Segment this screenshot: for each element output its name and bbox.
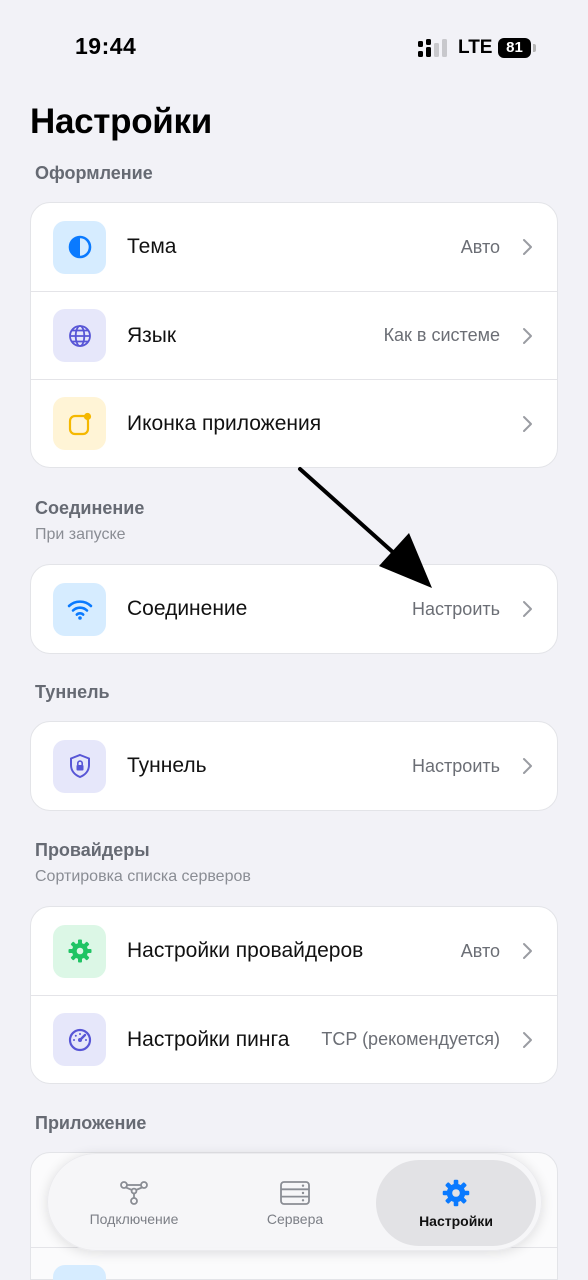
network-type: LTE	[458, 37, 493, 58]
row-label: Иконка приложения	[127, 411, 322, 435]
providers-card: Настройки провайдеров Авто Настройки пин…	[30, 906, 558, 1084]
settings-row-ping[interactable]: Настройки пинга TCP (рекомендуется)	[31, 995, 557, 1083]
app-icon-icon	[53, 397, 106, 450]
row-value: Авто	[460, 940, 500, 961]
tab-servers[interactable]: Сервера	[221, 1154, 369, 1252]
row-value: Настроить	[412, 598, 500, 619]
chevron-right-icon	[523, 943, 532, 959]
servers-icon	[280, 1180, 310, 1205]
settings-row-connection[interactable]: Соединение Настроить	[31, 565, 557, 653]
settings-row-tunnel[interactable]: Туннель Настроить	[31, 722, 557, 810]
chevron-right-icon	[523, 415, 532, 432]
row-value: Настроить	[412, 755, 500, 776]
connection-nodes-icon	[120, 1180, 148, 1205]
row-label: Настройки пинга	[127, 1027, 290, 1051]
section-header-providers: Провайдеры	[35, 840, 150, 860]
row-label: Туннель	[127, 754, 207, 777]
row-label: Соединение	[127, 597, 248, 620]
section-subtitle-providers: Сортировка списка серверов	[35, 868, 251, 885]
page-title: Настройки	[30, 102, 212, 141]
speedometer-icon	[53, 1013, 106, 1066]
tab-label: Настройки	[419, 1212, 493, 1229]
row-value: Авто	[460, 236, 500, 257]
chevron-right-icon	[523, 239, 532, 255]
row-value: TCP (рекомендуется)	[321, 1029, 500, 1049]
section-header-tunnel: Туннель	[35, 682, 110, 702]
chevron-right-icon	[523, 327, 532, 344]
tunnel-card: Туннель Настроить	[30, 721, 558, 811]
gear-icon	[53, 924, 106, 978]
globe-icon	[53, 309, 106, 362]
wifi-icon	[53, 582, 106, 636]
tab-label: Сервера	[266, 1210, 324, 1227]
battery-tip	[533, 44, 536, 52]
row-value: Как в системе	[383, 325, 500, 345]
settings-row-providers[interactable]: Настройки провайдеров Авто	[31, 907, 557, 995]
chevron-right-icon	[523, 601, 532, 617]
connection-card: Соединение Настроить	[30, 564, 558, 654]
section-subtitle-connection: При запуске	[35, 526, 126, 543]
gear-icon	[442, 1179, 470, 1206]
row-label: Тема	[127, 235, 177, 258]
chevron-right-icon	[523, 758, 532, 774]
tab-connection[interactable]: Подключение	[60, 1154, 208, 1252]
section-header-connection: Соединение	[35, 498, 145, 518]
signal-icon	[418, 39, 447, 57]
tab-label: Подключение	[89, 1210, 179, 1227]
status-time: 19:44	[75, 33, 137, 59]
chevron-right-icon	[523, 1031, 532, 1048]
section-header-app: Приложение	[35, 1113, 147, 1133]
settings-row-language[interactable]: Язык Как в системе	[31, 291, 557, 379]
status-bar: 19:44 LTE 81	[0, 0, 588, 96]
battery-icon: 81	[498, 38, 531, 58]
tab-bar: Подключение Сервера Настройки	[47, 1153, 542, 1251]
section-header-appearance: Оформление	[35, 163, 153, 183]
appearance-card: Тема Авто Язык Как в системе Иконка прил…	[30, 202, 558, 468]
settings-row-theme[interactable]: Тема Авто	[31, 203, 557, 291]
row-label: Настройки провайдеров	[127, 939, 364, 962]
tab-settings[interactable]: Настройки	[376, 1160, 536, 1246]
theme-icon	[53, 220, 106, 274]
settings-row-app-icon[interactable]: Иконка приложения	[31, 379, 557, 467]
row-label: Язык	[127, 323, 177, 347]
shield-lock-icon	[53, 739, 106, 793]
